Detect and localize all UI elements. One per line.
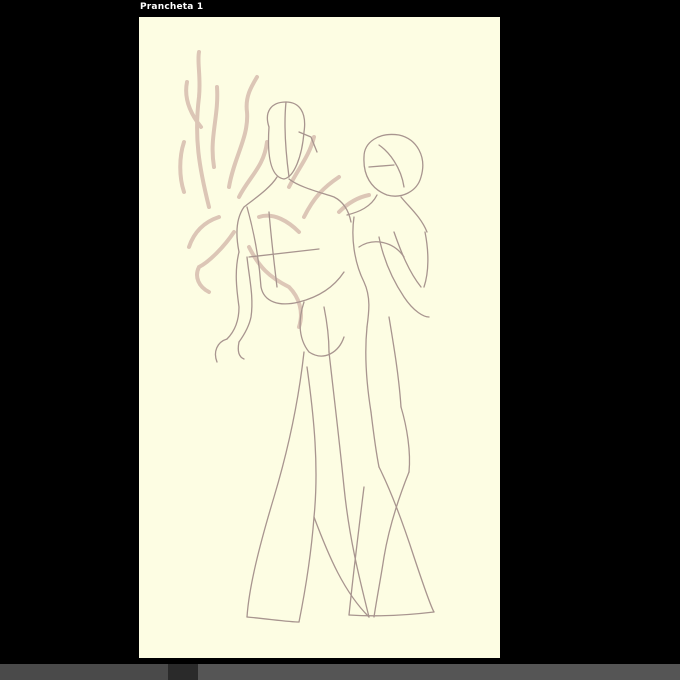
artboard[interactable] [139, 17, 500, 658]
artboard-title[interactable]: Prancheta 1 [140, 2, 203, 12]
scrollbar-thumb[interactable] [198, 664, 680, 680]
female-figure [346, 133, 435, 618]
canvas-workspace[interactable]: Prancheta 1 [0, 0, 680, 680]
tree-branches [178, 50, 371, 329]
scrollbar-divider [168, 664, 198, 680]
sketch-drawing [178, 50, 435, 623]
scrollbar-left-segment[interactable] [0, 664, 168, 680]
